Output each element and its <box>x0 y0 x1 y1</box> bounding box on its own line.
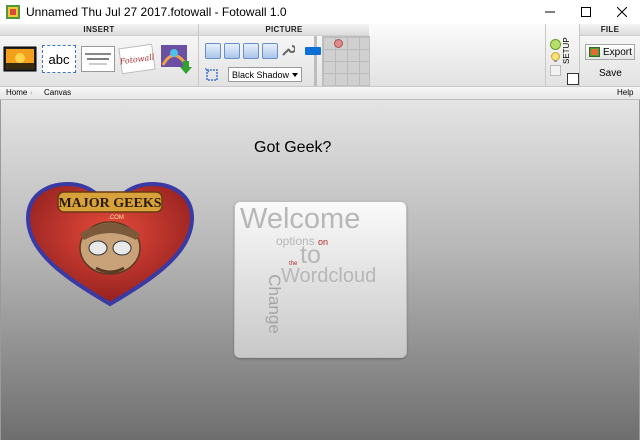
insert-fotowall-button[interactable]: Fotowall <box>118 39 156 79</box>
help-link[interactable]: Help <box>617 87 633 99</box>
major-geeks-heart-image[interactable]: MAJOR GEEKS .COM <box>24 182 196 308</box>
ribbon-divider <box>545 24 546 86</box>
lower-button[interactable] <box>243 43 259 59</box>
breadcrumb-home[interactable]: Home <box>6 87 27 99</box>
ribbon-divider <box>579 24 580 86</box>
insert-wordcloud-button[interactable] <box>80 39 116 79</box>
insert-web-download-button[interactable] <box>158 39 194 79</box>
insert-text-button[interactable]: abc <box>41 39 77 79</box>
insert-picture-button[interactable] <box>2 39 38 79</box>
effect-preview-grid[interactable] <box>322 36 370 86</box>
close-icon <box>617 7 627 17</box>
save-button[interactable]: Save <box>599 68 622 79</box>
heart-logo-text: MAJOR GEEKS <box>58 196 161 211</box>
check-box-icon[interactable] <box>550 65 561 76</box>
wordcloud-word: Change <box>264 274 284 334</box>
web-download-icon <box>161 45 192 74</box>
breadcrumb: Home › Canvas Help <box>0 87 640 100</box>
heart-logo-subtext: .COM <box>108 215 124 221</box>
crop-icon[interactable] <box>205 68 219 82</box>
chevron-down-icon <box>292 73 298 77</box>
text-label: abc <box>42 45 76 73</box>
maximize-icon <box>581 7 591 17</box>
ribbon-divider <box>198 24 199 86</box>
wordcloud-word: Welcome <box>240 203 361 235</box>
setup-checkbox[interactable] <box>567 73 579 85</box>
smiley-icon[interactable] <box>550 39 561 50</box>
file-section-header: FILE <box>580 24 640 36</box>
lightbulb-icon[interactable] <box>550 52 561 63</box>
shadow-select[interactable]: Black Shadow <box>228 67 302 82</box>
close-button[interactable] <box>604 0 640 24</box>
setup-label: SETUP <box>562 37 571 64</box>
send-to-back-button[interactable] <box>262 43 278 59</box>
raise-button[interactable] <box>224 43 240 59</box>
export-button[interactable]: Export <box>585 44 635 60</box>
opacity-slider-thumb[interactable] <box>305 47 321 55</box>
fotowall-app-icon <box>6 5 20 19</box>
fotowall-label: Fotowall <box>118 43 156 75</box>
breadcrumb-canvas[interactable]: Canvas <box>44 87 71 99</box>
wrench-icon[interactable] <box>281 43 295 57</box>
title-bar: Unnamed Thu Jul 27 2017.fotowall - Fotow… <box>0 0 640 25</box>
export-label: Export <box>603 46 632 58</box>
picture-icon <box>3 46 37 72</box>
export-icon <box>589 47 600 57</box>
maximize-button[interactable] <box>568 0 604 24</box>
shadow-select-value: Black Shadow <box>232 70 290 80</box>
picture-section-header: PICTURE <box>199 24 369 36</box>
ribbon: INSERT PICTURE FILE abc Fotowall SETUP E… <box>0 24 640 87</box>
minimize-icon <box>545 11 555 13</box>
breadcrumb-separator-icon: › <box>30 88 33 97</box>
minimize-button[interactable] <box>532 0 568 24</box>
preview-dot <box>334 39 343 48</box>
bring-to-front-button[interactable] <box>205 43 221 59</box>
insert-section-header: INSERT <box>0 24 198 36</box>
opacity-slider-track[interactable] <box>314 36 317 86</box>
canvas-title-text[interactable]: Got Geek? <box>254 139 331 157</box>
wordcloud-word: Wordcloud <box>281 265 377 287</box>
window-title: Unnamed Thu Jul 27 2017.fotowall - Fotow… <box>26 5 287 19</box>
wordcloud-icon <box>81 46 115 72</box>
